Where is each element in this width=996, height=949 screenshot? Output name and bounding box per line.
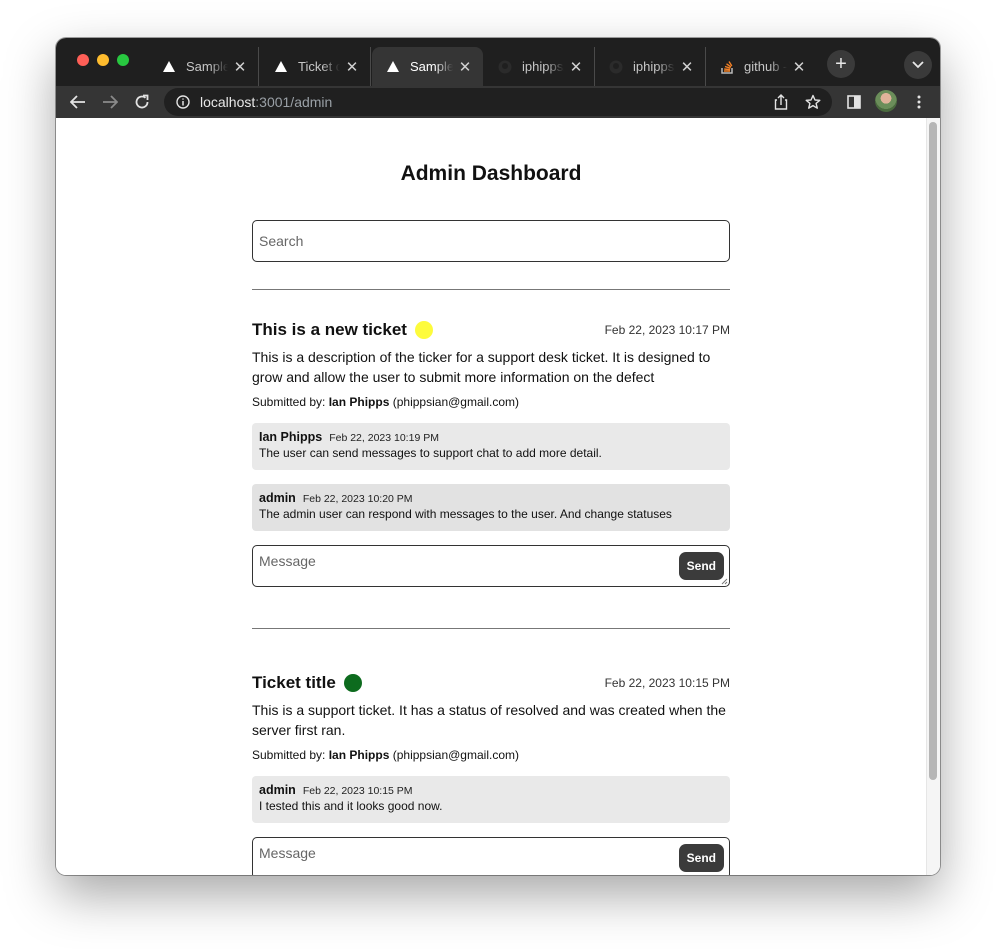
scrollbar-thumb[interactable] [929, 122, 937, 780]
tab-title: Sample [186, 59, 228, 74]
arrow-right-icon [103, 95, 118, 109]
message-input[interactable] [253, 546, 729, 586]
share-icon[interactable] [772, 93, 790, 111]
url-text: localhost:3001/admin [200, 94, 332, 110]
chat-message: admin Feb 22, 2023 10:15 PM I tested thi… [252, 776, 730, 823]
submitter-email: (phippsian@gmail.com) [392, 748, 519, 762]
profile-avatar[interactable] [875, 90, 897, 112]
close-icon[interactable]: ✕ [344, 59, 360, 76]
url-host: localhost [200, 94, 256, 110]
tab-title: iphipps/ [633, 59, 675, 74]
submitted-by: Submitted by: Ian Phipps (phippsian@gmai… [252, 395, 730, 409]
minimize-window-button[interactable] [97, 54, 109, 66]
message-body: The admin user can respond with messages… [259, 507, 672, 521]
tab-title: github - [744, 59, 787, 74]
scrollbar[interactable] [926, 118, 940, 875]
side-panel-icon[interactable] [844, 92, 864, 112]
divider [252, 289, 730, 290]
close-icon[interactable]: ✕ [232, 59, 248, 76]
ticket-header: This is a new ticket Feb 22, 2023 10:17 … [252, 320, 730, 340]
reload-icon [135, 94, 149, 109]
close-window-button[interactable] [77, 54, 89, 66]
browser-tab[interactable]: Sample ✕ [148, 47, 259, 86]
reload-button[interactable] [130, 90, 154, 114]
divider [252, 628, 730, 629]
ticket-card: Ticket title Feb 22, 2023 10:15 PM This … [252, 673, 730, 875]
message-date: Feb 22, 2023 10:20 PM [302, 493, 413, 505]
message-author: Ian Phipps [259, 430, 323, 444]
tab-strip: Sample ✕ Ticket cl ✕ Sample ✕ iphipps/ ✕… [56, 38, 940, 86]
chat-message: Ian Phipps Feb 22, 2023 10:19 PM The use… [252, 423, 730, 470]
github-icon [498, 60, 512, 74]
close-icon[interactable]: ✕ [568, 59, 584, 76]
ticket-description: This is a support ticket. It has a statu… [252, 702, 726, 738]
message-composer: Send [252, 837, 730, 875]
status-indicator[interactable] [343, 674, 362, 692]
browser-window: Sample ✕ Ticket cl ✕ Sample ✕ iphipps/ ✕… [56, 38, 940, 875]
chevron-down-icon [912, 61, 924, 69]
browser-tab-active[interactable]: Sample ✕ [372, 47, 483, 86]
submitter-email: (phippsian@gmail.com) [392, 395, 519, 409]
page-viewport: Admin Dashboard This is a new ticket Feb… [56, 118, 940, 875]
status-indicator[interactable] [414, 321, 433, 339]
url-path: :3001/admin [255, 94, 333, 110]
new-tab-button[interactable]: + [827, 50, 855, 78]
tab-search-button[interactable] [904, 51, 932, 79]
submitter-name: Ian Phipps [328, 748, 390, 762]
browser-tab[interactable]: iphipps/ ✕ [595, 47, 706, 86]
tab-title: Ticket cl [298, 59, 340, 74]
vercel-triangle-icon [162, 60, 176, 74]
browser-toolbar: localhost:3001/admin [56, 86, 940, 118]
browser-tab[interactable]: iphipps/ ✕ [484, 47, 595, 86]
search-input[interactable] [252, 220, 730, 262]
ticket-date: Feb 22, 2023 10:15 PM [604, 676, 730, 690]
submitted-label: Submitted by: [252, 748, 326, 762]
tab-title: Sample [410, 59, 453, 74]
message-composer: Send [252, 545, 730, 587]
admin-dashboard: Admin Dashboard This is a new ticket Feb… [252, 118, 730, 875]
send-button[interactable]: Send [678, 552, 724, 580]
send-button[interactable]: Send [678, 844, 724, 872]
ticket-title: Ticket title [252, 673, 336, 692]
close-icon[interactable]: ✕ [679, 59, 695, 76]
browser-tab[interactable]: Ticket cl ✕ [260, 47, 371, 86]
back-button[interactable] [66, 90, 90, 114]
message-body: I tested this and it looks good now. [259, 799, 443, 813]
address-bar[interactable]: localhost:3001/admin [164, 88, 832, 116]
arrow-left-icon [70, 95, 85, 109]
ticket-card: This is a new ticket Feb 22, 2023 10:17 … [252, 320, 730, 587]
message-author: admin [259, 783, 296, 797]
plus-icon: + [835, 52, 847, 75]
ticket-date: Feb 22, 2023 10:17 PM [604, 323, 730, 337]
ticket-title: This is a new ticket [252, 320, 407, 339]
tab-title: iphipps/ [522, 59, 564, 74]
info-icon[interactable] [176, 95, 190, 109]
browser-tab[interactable]: github - ✕ [706, 47, 817, 86]
resize-handle-icon[interactable] [720, 577, 728, 585]
close-icon[interactable]: ✕ [457, 59, 473, 76]
message-date: Feb 22, 2023 10:15 PM [302, 785, 413, 797]
github-icon [609, 60, 623, 74]
stackoverflow-icon [720, 60, 734, 74]
kebab-menu-icon[interactable] [909, 92, 929, 112]
submitted-label: Submitted by: [252, 395, 326, 409]
submitted-by: Submitted by: Ian Phipps (phippsian@gmai… [252, 748, 730, 762]
message-input[interactable] [253, 838, 729, 875]
ticket-description: This is a description of the ticker for … [252, 349, 711, 385]
message-date: Feb 22, 2023 10:19 PM [329, 432, 439, 444]
bookmark-star-icon[interactable] [804, 93, 822, 111]
page-title: Admin Dashboard [400, 162, 582, 185]
submitter-name: Ian Phipps [328, 395, 390, 409]
vercel-triangle-icon [274, 60, 288, 74]
close-icon[interactable]: ✕ [791, 59, 807, 76]
chat-message: admin Feb 22, 2023 10:20 PM The admin us… [252, 484, 730, 531]
message-body: The user can send messages to support ch… [259, 446, 602, 460]
forward-button[interactable] [98, 90, 122, 114]
ticket-header: Ticket title Feb 22, 2023 10:15 PM [252, 673, 730, 693]
message-author: admin [259, 491, 296, 505]
maximize-window-button[interactable] [117, 54, 129, 66]
vercel-triangle-icon [386, 60, 400, 74]
